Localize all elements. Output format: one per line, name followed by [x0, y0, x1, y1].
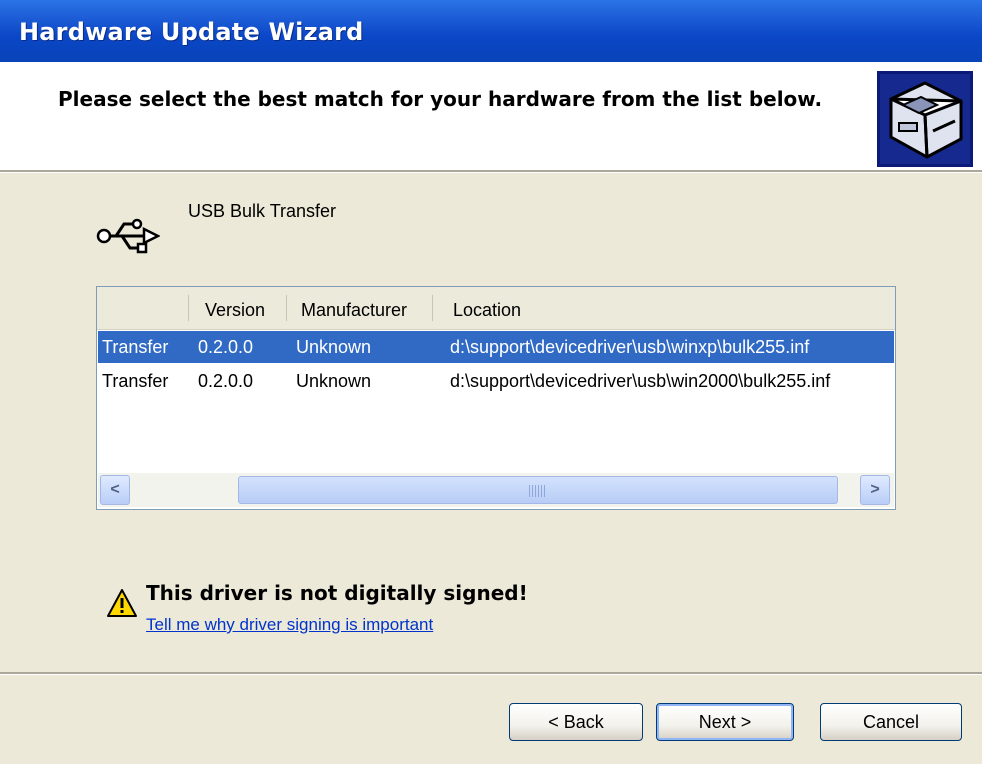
- column-header-version[interactable]: Version: [189, 287, 287, 329]
- header-separator: [0, 170, 982, 173]
- cancel-button[interactable]: Cancel: [820, 703, 962, 741]
- column-header-location[interactable]: Location: [433, 287, 893, 329]
- header-panel: Please select the best match for your ha…: [0, 62, 982, 170]
- back-button[interactable]: < Back: [509, 703, 643, 741]
- cell-location: d:\support\devicedriver\usb\winxp\bulk25…: [450, 337, 810, 357]
- usb-icon: [96, 218, 160, 254]
- driver-signing-link[interactable]: Tell me why driver signing is important: [146, 615, 433, 635]
- instruction-text: Please select the best match for your ha…: [58, 87, 823, 111]
- unsigned-driver-warning: This driver is not digitally signed!: [146, 581, 528, 605]
- cell-manufacturer: Unknown: [296, 371, 372, 391]
- hardware-wizard-icon: [877, 71, 973, 167]
- list-item-selected[interactable]: Transfer 0.2.0.0 Unknown d:\support\devi…: [98, 331, 894, 363]
- list-item[interactable]: Transfer 0.2.0.0 Unknown d:\support\devi…: [98, 365, 894, 397]
- column-header-name[interactable]: [97, 287, 189, 329]
- window-title: Hardware Update Wizard: [19, 18, 364, 46]
- scrollbar-thumb[interactable]: [238, 476, 838, 504]
- footer-separator: [0, 672, 982, 675]
- device-name: USB Bulk Transfer: [188, 201, 337, 221]
- scrollbar-grip: [529, 485, 547, 497]
- cell-version: 0.2.0.0: [198, 337, 254, 357]
- cell-name: Transfer: [102, 371, 169, 391]
- column-header-manufacturer[interactable]: Manufacturer: [287, 287, 433, 329]
- horizontal-scrollbar[interactable]: < >: [98, 473, 894, 507]
- cell-location: d:\support\devicedriver\usb\win2000\bulk…: [450, 371, 831, 391]
- list-header: Version Manufacturer Location: [97, 287, 895, 330]
- driver-list[interactable]: Version Manufacturer Location Transfer 0…: [96, 286, 896, 510]
- scroll-right-button[interactable]: >: [860, 475, 890, 505]
- warning-icon: [107, 589, 137, 617]
- cell-name: Transfer: [102, 337, 169, 357]
- scroll-left-button[interactable]: <: [100, 475, 130, 505]
- title-bar[interactable]: Hardware Update Wizard: [0, 0, 982, 62]
- cell-version: 0.2.0.0: [198, 371, 254, 391]
- next-button[interactable]: Next >: [656, 703, 794, 741]
- cell-manufacturer: Unknown: [296, 337, 372, 357]
